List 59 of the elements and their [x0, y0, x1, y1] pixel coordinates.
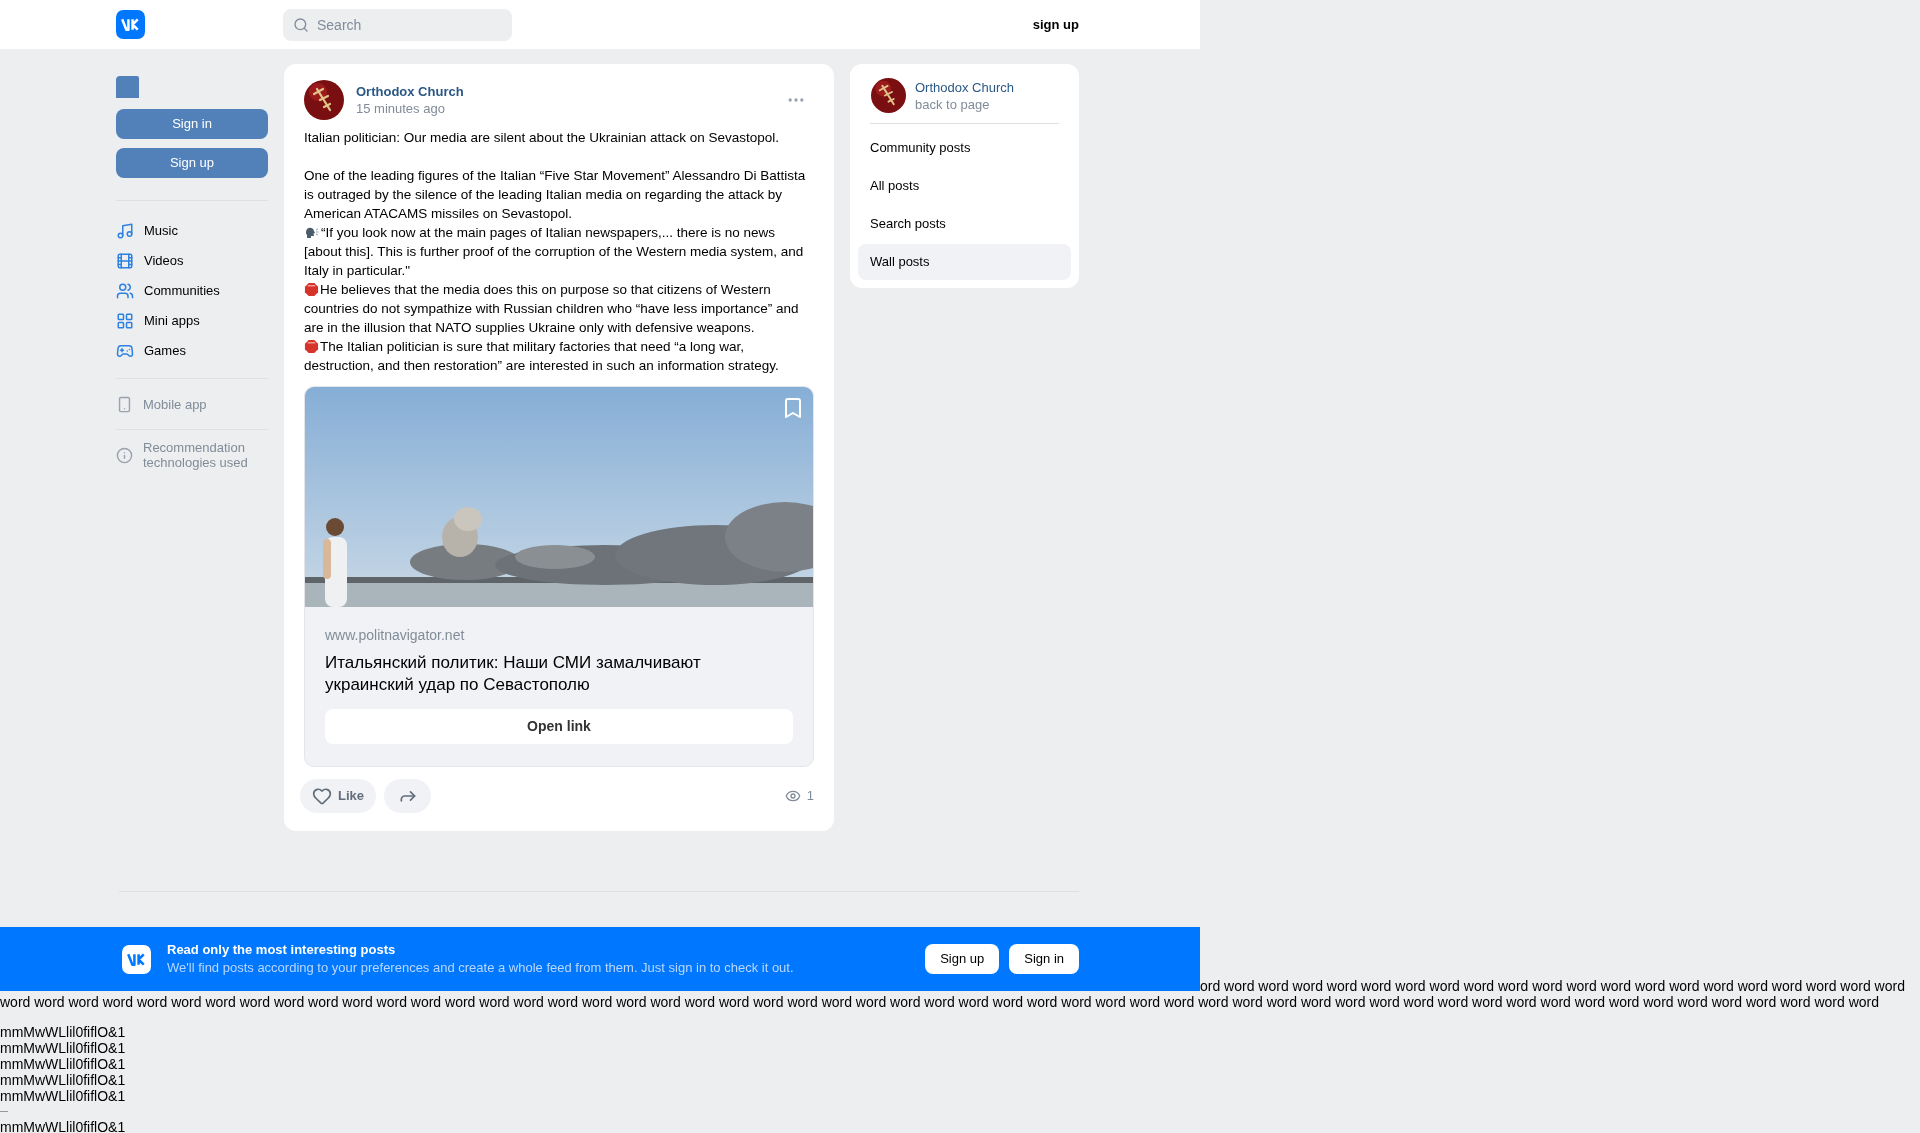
menu-item[interactable]: Mini apps — [116, 306, 268, 336]
post-paragraph: Italian politician: Our media are silent about the Ukrainian attack on Sevastopol. — [304, 129, 781, 147]
menu-item[interactable]: Communities — [116, 276, 268, 306]
nav-item[interactable]: All posts — [858, 168, 1071, 204]
post-paragraph: “If you look now at the main pages of Italian newspapers,... there is no news [about this]. This is further proof of the corruption of the Western media system, and Italy in particular." — [304, 224, 805, 280]
profile-square — [116, 76, 139, 98]
music-note-icon — [116, 222, 134, 240]
film-icon — [116, 252, 134, 270]
sample-text: mmMwWLlil0fiflO&1 — [0, 1072, 127, 1088]
back-link[interactable]: back to page — [915, 95, 1014, 113]
sample-text: mmMwWLlil0fiflO&1 — [0, 1088, 127, 1104]
logo-icon — [116, 10, 145, 39]
like-button[interactable]: Like — [300, 779, 376, 813]
speaking-head-icon — [304, 225, 319, 239]
stop-sign-icon — [304, 282, 319, 297]
sign-in-button[interactable]: Sign in — [116, 109, 268, 139]
filler-text: word word word word word word word word word word word word word word word word word word word word word word word word word word word word word word word word word word word word word word word word word word word word word word word word word word word word word word word — [0, 994, 1880, 1010]
nav-item[interactable]: Community posts — [858, 130, 1071, 166]
gamepad-icon — [116, 342, 134, 360]
community-name[interactable]: Orthodox Church — [915, 78, 1014, 96]
menu-item[interactable]: Videos — [116, 246, 268, 276]
sample-text: mmMwWLlil0fiflO&1 — [0, 1056, 127, 1072]
filler-text: ord word word word word word word word word word word word word word word word word word word word word — [1200, 978, 1906, 994]
cross-avatar[interactable] — [304, 80, 344, 120]
sign-in-button[interactable]: Sign in — [1009, 944, 1079, 974]
link-domain: www.politnavigator.net — [325, 626, 466, 645]
nav-item[interactable]: Wall posts — [858, 244, 1071, 280]
banner-title: Read only the most interesting posts — [167, 941, 397, 959]
nav-item[interactable]: Search posts — [858, 206, 1071, 242]
heart-icon — [312, 786, 332, 806]
logo-icon — [122, 944, 151, 974]
phone-icon — [116, 395, 133, 413]
post-paragraph: He believes that the media does this on purpose so that citizens of Western countries do not sympathize with Russian children who “have less importance” and are in the illusion that NATO supplies Ukraine only with defensive weapons. — [304, 281, 800, 337]
menu-item[interactable]: Music — [116, 216, 268, 246]
author-name[interactable]: Orthodox Church — [356, 83, 464, 100]
sign-up-button[interactable]: Sign up — [925, 944, 1000, 974]
people-icon — [116, 282, 134, 300]
search-field[interactable]: Search — [283, 8, 512, 41]
cross-avatar[interactable] — [871, 78, 906, 113]
share-button[interactable] — [384, 779, 431, 813]
open-link-button[interactable]: Open link — [325, 709, 793, 744]
view-count: 1 — [806, 787, 814, 806]
stop-sign-icon — [304, 339, 319, 354]
post-paragraph: One of the leading figures of the Italian “Five Star Movement” Alessandro Di Battista is outraged by the silence of the leading Italian media on regarding the attack by American ATACAMS missiles on Sevastopol. — [304, 167, 807, 223]
sign-up-link[interactable]: sign up — [1032, 14, 1079, 35]
info-icon — [116, 446, 133, 464]
sign-up-button[interactable]: Sign up — [116, 148, 268, 178]
menu-item[interactable]: Games — [116, 336, 268, 366]
sample-text: mmMwWLlil0fiflO&1 — [0, 1040, 127, 1056]
grid-icon — [116, 312, 134, 330]
search-icon — [293, 16, 309, 33]
sample-text: mmMwWLlil0fiflO&1 — [0, 1024, 127, 1040]
link-title: Итальянский политик: Наши СМИ замалчивают украинский удар по Севастополю — [325, 652, 702, 696]
post-time: 15 minutes ago — [356, 100, 446, 117]
sample-text: mmMwWLlil0fiflO&1 — [0, 1119, 127, 1133]
link-card[interactable]: www.politnavigator.net Итальянский политик: Наши СМИ замалчивают украинский удар по Севастополю Open link — [304, 386, 814, 767]
banner-text: We'll find posts according to your preferences and create a whole feed from them. Just sign in to check it out. — [167, 959, 794, 977]
post-paragraph: The Italian politician is sure that military factories that need “a long war, destruction, and then restoration” are interested in such an information strategy. — [304, 338, 780, 375]
eye-icon — [784, 788, 801, 804]
